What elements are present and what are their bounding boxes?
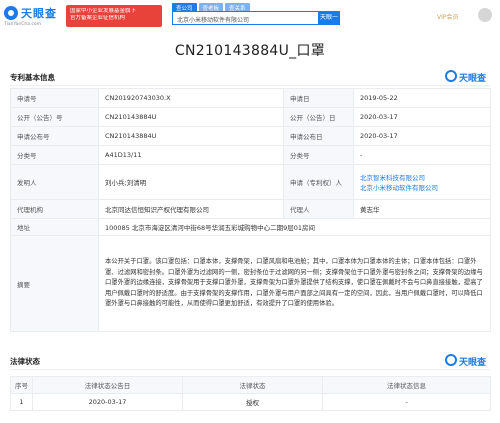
search-button[interactable]: 天眼一下	[318, 11, 340, 35]
table-row: 申请公布号 CN210143884U 申请公布日 2020-03-17	[10, 126, 491, 146]
field-value: 2020-03-17	[353, 107, 491, 127]
table-row: 摘要 本公开关于口罩。该口罩包括：口罩本体，支撑骨架，口罩风扇和电池舱；其中，口…	[10, 235, 491, 332]
site-logo[interactable]: 天眼查 TianYanCha.com	[4, 5, 64, 29]
field-label: 申请公布号	[10, 126, 99, 146]
tianyancha-watermark-logo: 天眼查	[445, 354, 486, 368]
basic-info-header: 专利基本信息 天眼查	[10, 66, 490, 86]
logo-text: 天眼查	[21, 7, 57, 20]
top-bar: 天眼查 TianYanCha.com 国家中小企业发展基金旗下 官方备案企业征信…	[0, 0, 500, 35]
column-header: 法律状态	[182, 376, 323, 394]
table-row: 申请号 CN201920743030.X 申请日 2019-05-22	[10, 88, 491, 108]
tianyancha-watermark-logo: 天眼查	[445, 70, 486, 84]
field-label: 分类号	[283, 145, 354, 165]
section-title: 专利基本信息	[10, 73, 55, 82]
field-value: CN210143884U	[98, 126, 284, 146]
column-header: 法律状态公告日	[32, 376, 183, 394]
inventor-label: 发明人	[10, 164, 99, 200]
field-value: CN210143884U	[98, 107, 284, 127]
avatar[interactable]	[478, 8, 492, 22]
field-label: 公开（公告）号	[10, 107, 99, 127]
applicant-label: 申请（专利权）人	[283, 164, 354, 200]
field-label: 申请号	[10, 88, 99, 108]
applicant-link[interactable]: 北京智米科技有限公司	[360, 172, 484, 182]
table-row: 发明人 刘小兵;刘清明 申请（专利权）人 北京智米科技有限公司 北京小米移动软件…	[10, 164, 491, 200]
address-value: 100085 北京市海淀区清河中街68号华润五彩城购物中心二期9层01房间	[98, 218, 491, 236]
agency-label: 代理机构	[10, 199, 99, 219]
abstract-value: 本公开关于口罩。该口罩包括：口罩本体，支撑骨架，口罩风扇和电池舱；其中，口罩本体…	[98, 235, 491, 332]
inventor-value: 刘小兵;刘清明	[98, 164, 284, 200]
cell-info: -	[322, 393, 491, 411]
table-row: 公开（公告）号 CN210143884U 公开（公告）日 2020-03-17	[10, 107, 491, 127]
field-value: 2020-03-17	[353, 126, 491, 146]
vip-link[interactable]: VIP会员	[437, 12, 459, 21]
column-header: 序号	[10, 376, 33, 394]
field-label: 分类号	[10, 145, 99, 165]
legal-status-table: 序号 法律状态公告日 法律状态 法律状态信息 1 2020-03-17 授权 -	[10, 376, 491, 411]
field-label: 公开（公告）日	[283, 107, 354, 127]
promo-line: 国家中小企业发展基金旗下	[70, 8, 137, 14]
table-header-row: 序号 法律状态公告日 法律状态 法律状态信息	[10, 376, 491, 394]
agent-label: 代理人	[283, 199, 354, 219]
agency-value: 北京同达信恒知识产权代理有限公司	[98, 199, 284, 219]
cell-date: 2020-03-17	[32, 393, 183, 411]
patent-info-table: 申请号 CN201920743030.X 申请日 2019-05-22 公开（公…	[10, 88, 491, 332]
field-value: CN201920743030.X	[98, 88, 284, 108]
applicant-link[interactable]: 北京小米移动软件有限公司	[360, 182, 484, 192]
promo-banner[interactable]: 国家中小企业发展基金旗下 官方备案企业征信机构	[66, 5, 162, 27]
section-title: 法律状态	[10, 357, 40, 366]
table-row: 1 2020-03-17 授权 -	[10, 393, 491, 411]
applicant-list: 北京智米科技有限公司 北京小米移动软件有限公司	[353, 164, 491, 200]
table-row: 分类号 A41D13/11 分类号 -	[10, 145, 491, 165]
field-value: -	[353, 145, 491, 165]
search-input[interactable]: 北京小米移动软件有限公司	[172, 11, 318, 25]
table-row: 地址 100085 北京市海淀区清河中街68号华润五彩城购物中心二期9层01房间	[10, 218, 491, 236]
agent-value: 黄志华	[353, 199, 491, 219]
abstract-label: 摘要	[10, 235, 99, 332]
address-label: 地址	[10, 218, 99, 236]
cell-no: 1	[10, 393, 33, 411]
page-title: CN210143884U_口罩	[174, 43, 326, 59]
field-label: 申请公布日	[283, 126, 354, 146]
logo-url: TianYanCha.com	[4, 22, 42, 27]
cell-status: 授权	[182, 393, 323, 411]
column-header: 法律状态信息	[322, 376, 491, 394]
field-value: A41D13/11	[98, 145, 284, 165]
legal-status-header: 法律状态 天眼查	[10, 350, 490, 370]
field-label: 申请日	[283, 88, 354, 108]
promo-line: 官方备案企业征信机构	[70, 15, 126, 21]
field-value: 2019-05-22	[353, 88, 491, 108]
table-row: 代理机构 北京同达信恒知识产权代理有限公司 代理人 黄志华	[10, 199, 491, 219]
eye-logo-icon	[4, 6, 18, 20]
